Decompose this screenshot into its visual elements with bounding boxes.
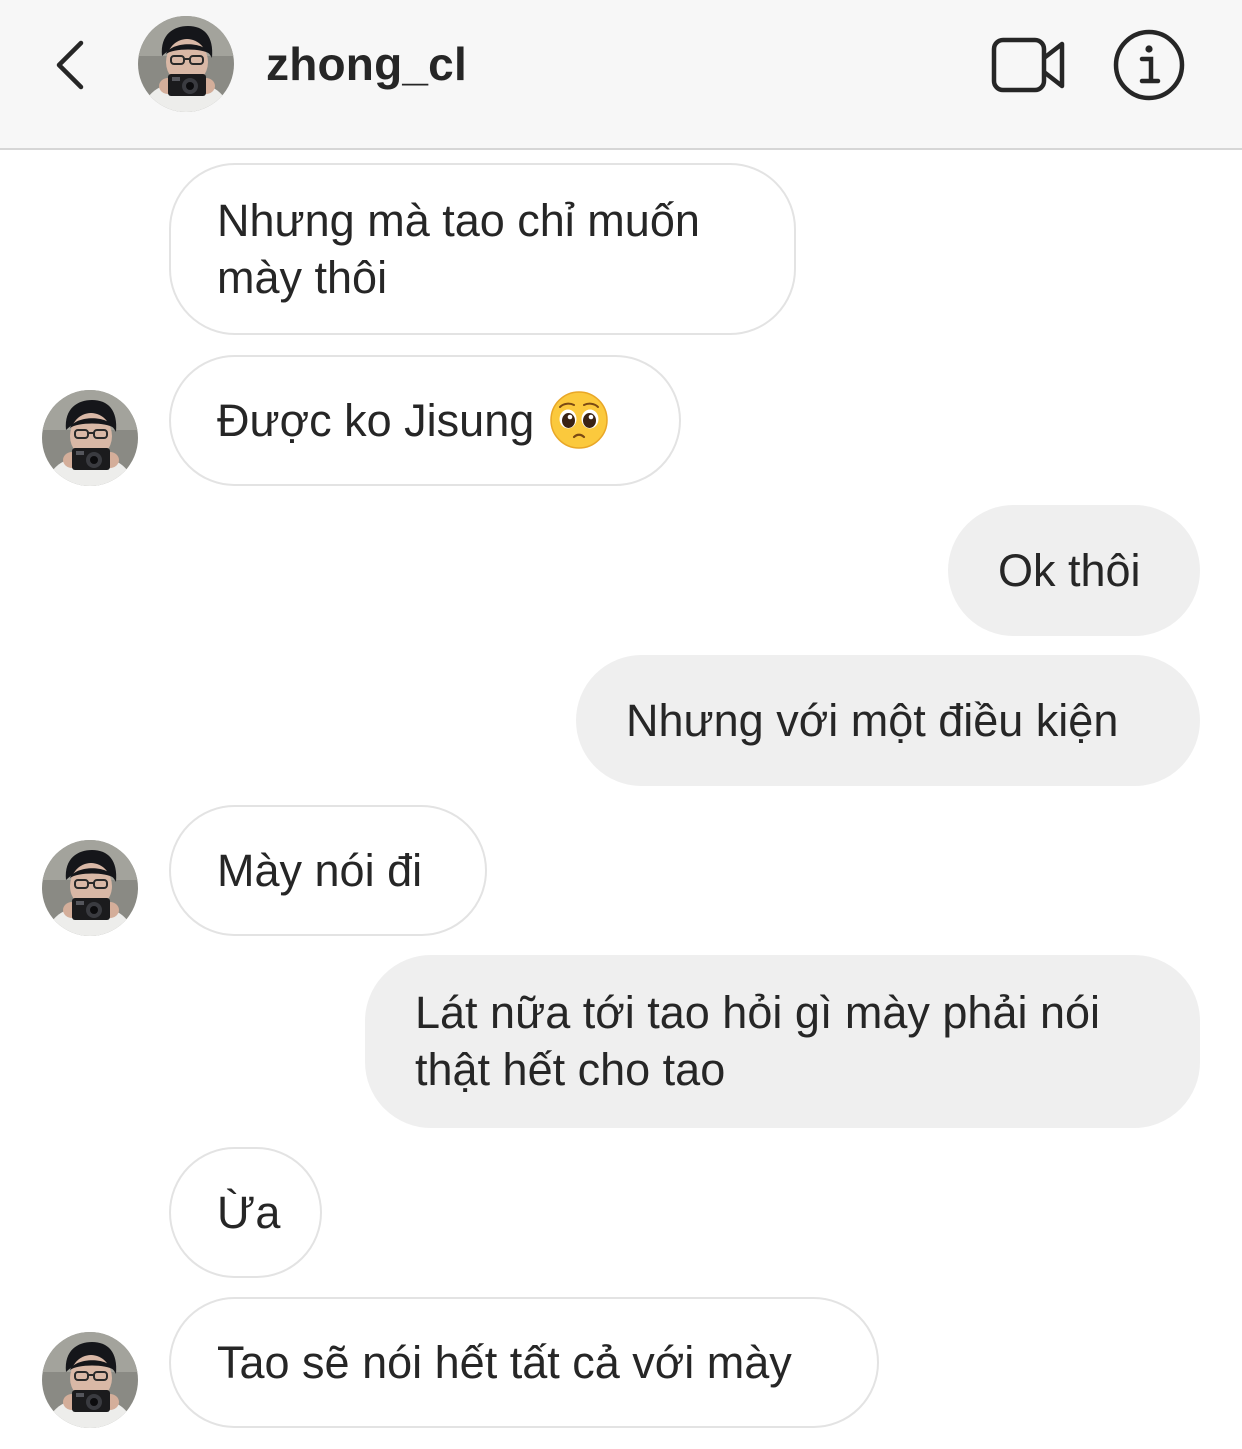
message-text: Ừa xyxy=(217,1187,281,1238)
message-bubble-incoming[interactable]: Mày nói đi xyxy=(169,805,487,936)
avatar[interactable] xyxy=(138,16,234,112)
message-text: Mày nói đi xyxy=(217,845,423,896)
username-title[interactable]: zhong_cl xyxy=(266,34,467,94)
message-bubble-incoming[interactable]: Ừa xyxy=(169,1147,322,1278)
avatar[interactable] xyxy=(42,390,138,486)
avatar[interactable] xyxy=(42,840,138,936)
message-text: Nhưng với một điều kiện xyxy=(626,695,1119,746)
info-icon xyxy=(1113,29,1185,101)
video-call-button[interactable] xyxy=(990,34,1068,96)
pleading-face-emoji xyxy=(550,391,608,449)
message-text: Ok thôi xyxy=(998,545,1141,596)
message-text: Nhưng mà tao chỉ muốn mày thôi xyxy=(217,195,700,303)
message-text: Được ko Jisung xyxy=(217,395,535,446)
message-bubble-incoming[interactable]: Được ko Jisung xyxy=(169,355,681,486)
message-bubble-outgoing[interactable]: Ok thôi xyxy=(948,505,1200,636)
chat-header: zhong_cl xyxy=(0,0,1242,150)
message-text: Lát nữa tới tao hỏi gì mày phải nói thật… xyxy=(415,987,1101,1095)
video-camera-icon xyxy=(991,37,1065,93)
back-button[interactable] xyxy=(44,30,94,100)
message-text: Tao sẽ nói hết tất cả với mày xyxy=(217,1337,792,1388)
message-bubble-incoming[interactable]: Nhưng mà tao chỉ muốn mày thôi xyxy=(169,163,796,335)
avatar[interactable] xyxy=(42,1332,138,1428)
info-button[interactable] xyxy=(1112,28,1186,102)
message-bubble-outgoing[interactable]: Lát nữa tới tao hỏi gì mày phải nói thật… xyxy=(365,955,1200,1128)
chevron-left-icon xyxy=(56,40,84,90)
message-bubble-outgoing[interactable]: Nhưng với một điều kiện xyxy=(576,655,1200,786)
message-bubble-incoming[interactable]: Tao sẽ nói hết tất cả với mày xyxy=(169,1297,879,1428)
